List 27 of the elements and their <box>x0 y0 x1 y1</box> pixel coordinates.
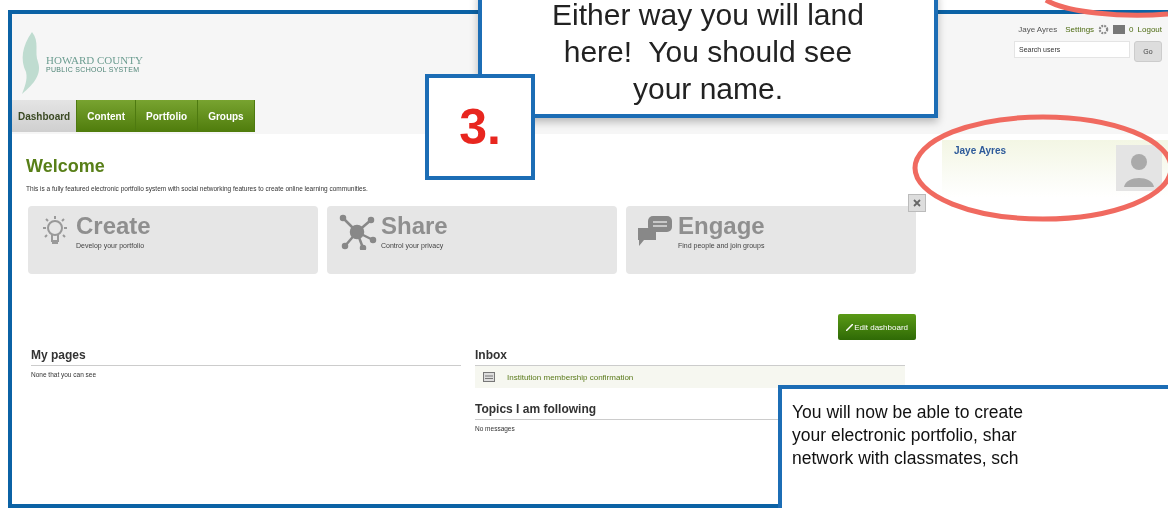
card-title: Share <box>381 214 448 238</box>
inbox-item[interactable]: Institution membership confirmation <box>475 366 905 388</box>
nav-tab[interactable]: Groups <box>198 100 255 132</box>
user-name: Jaye Ayres <box>1018 25 1058 34</box>
card-title: Engage <box>678 214 765 238</box>
inbox-count: 0 <box>1129 25 1134 34</box>
logout-link[interactable]: Logout <box>1137 25 1162 34</box>
step-badge: 3. <box>425 74 535 180</box>
settings-link[interactable]: Settings <box>1065 25 1095 34</box>
network-icon <box>337 214 377 250</box>
welcome-title: Welcome <box>26 156 106 177</box>
nav-tab[interactable]: Content <box>77 100 136 132</box>
close-button[interactable] <box>908 194 926 212</box>
close-icon <box>913 199 921 207</box>
nav-tab[interactable]: Dashboard <box>12 100 78 132</box>
nav-tab[interactable]: Portfolio <box>136 100 199 132</box>
profile-name[interactable]: Jaye Ayres <box>954 145 1007 197</box>
callout-text: Either way you will land here! You should see your name. <box>552 0 864 105</box>
gear-icon[interactable] <box>1098 24 1110 35</box>
logo-title: HOWARD COUNTY <box>46 53 143 66</box>
inbox-link[interactable]: Institution membership confirmation <box>507 372 634 382</box>
pencil-icon <box>846 323 854 331</box>
edit-dashboard-button[interactable]: Edit dashboard <box>838 314 916 340</box>
message-icon <box>483 372 495 382</box>
card-title: Create <box>76 214 151 238</box>
section-heading: My pages <box>31 348 461 366</box>
user-avatar-icon <box>1116 145 1162 191</box>
